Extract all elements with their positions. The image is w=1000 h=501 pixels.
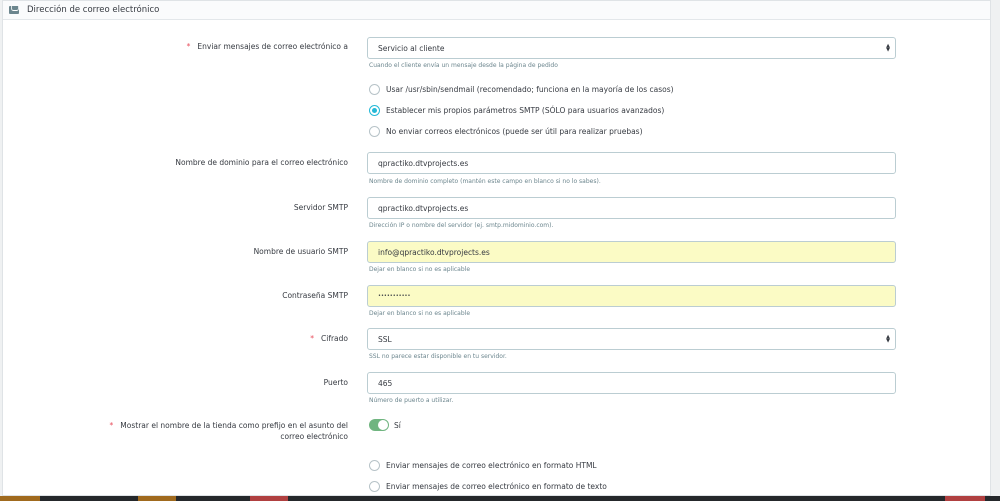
radio-label: Enviar mensajes de correo electrónico en… xyxy=(386,461,597,470)
radio-checked-icon xyxy=(369,105,380,116)
port-input[interactable]: 465 xyxy=(367,372,896,394)
radio-sendmail[interactable]: Usar /usr/sbin/sendmail (recomendado; fu… xyxy=(369,84,674,95)
smtp-user-help: Dejar en blanco si no es aplicable xyxy=(369,266,471,273)
prefix-label: * Mostrar el nombre de la tienda como pre… xyxy=(110,420,348,442)
select-caret-icon: ▲ ▼ xyxy=(886,334,890,344)
radio-label: Establecer mis propios parámetros SMTP (… xyxy=(386,106,665,115)
radio-circle-icon xyxy=(369,126,380,137)
radio-html-format[interactable]: Enviar mensajes de correo electrónico en… xyxy=(369,460,597,471)
send-to-select[interactable]: Servicio al cliente ▲ ▼ xyxy=(367,37,896,59)
domain-label: Nombre de dominio para el correo electró… xyxy=(175,158,348,167)
smtp-password-label: Contraseña SMTP xyxy=(282,291,348,300)
domain-input[interactable]: qpractiko.dtvprojects.es xyxy=(367,152,896,174)
input-value: info@qpractiko.dtvprojects.es xyxy=(378,247,490,257)
radio-circle-icon xyxy=(369,84,380,95)
smtp-server-input[interactable]: qpractiko.dtvprojects.es xyxy=(367,197,896,219)
smtp-server-label: Servidor SMTP xyxy=(293,203,348,212)
radio-smtp[interactable]: Establecer mis propios parámetros SMTP (… xyxy=(369,105,664,116)
input-value: qpractiko.dtvprojects.es xyxy=(378,158,469,168)
radio-label: No enviar correos electrónicos (puede se… xyxy=(386,127,643,136)
select-caret-icon: ▲ ▼ xyxy=(886,43,890,53)
smtp-password-input[interactable]: ••••••••••• xyxy=(367,285,896,307)
cipher-help: SSL no parece estar disponible en tu ser… xyxy=(369,353,507,360)
bar-segment xyxy=(0,496,40,501)
smtp-server-help: Dirección IP o nombre del servidor (ej. … xyxy=(369,222,554,229)
prefix-toggle-label: Sí xyxy=(394,421,401,430)
port-label: Puerto xyxy=(323,378,348,387)
domain-help: Nombre de dominio completo (mantén este … xyxy=(369,178,601,185)
label-text: Enviar mensajes de correo electrónico a xyxy=(197,42,348,51)
input-value: qpractiko.dtvprojects.es xyxy=(378,203,469,213)
label-text: Cifrado xyxy=(321,334,348,343)
input-value: 465 xyxy=(378,378,393,388)
send-to-label: * Enviar mensajes de correo electrónico a xyxy=(187,41,348,52)
radio-no-email[interactable]: No enviar correos electrónicos (puede se… xyxy=(369,126,643,137)
required-mark: * xyxy=(186,42,191,51)
panel-title: Dirección de correo electrónico xyxy=(27,5,160,15)
radio-text-format[interactable]: Enviar mensajes de correo electrónico en… xyxy=(369,481,607,492)
select-value: SSL xyxy=(378,334,392,344)
bar-segment xyxy=(138,496,176,501)
radio-label: Usar /usr/sbin/sendmail (recomendado; fu… xyxy=(386,85,674,94)
smtp-password-help: Dejar en blanco si no es aplicable xyxy=(369,310,471,317)
port-help: Número de puerto a utilizar. xyxy=(369,397,454,404)
cipher-label: * Cifrado xyxy=(310,333,348,344)
bottom-bar xyxy=(0,496,1000,501)
radio-circle-icon xyxy=(369,460,380,471)
radio-label: Enviar mensajes de correo electrónico en… xyxy=(386,482,607,491)
panel-header: Dirección de correo electrónico xyxy=(3,1,990,20)
input-value: ••••••••••• xyxy=(378,293,411,299)
bar-segment xyxy=(945,496,985,501)
smtp-user-label: Nombre de usuario SMTP xyxy=(253,247,348,256)
bar-segment xyxy=(250,496,288,501)
label-text: correo electrónico xyxy=(280,432,348,441)
label-text: Mostrar el nombre de la tienda como pref… xyxy=(120,421,348,430)
envelope-icon xyxy=(9,6,19,14)
send-to-help: Cuando el cliente envía un mensaje desde… xyxy=(369,62,558,69)
select-value: Servicio al cliente xyxy=(378,43,445,53)
cipher-select[interactable]: SSL ▲ ▼ xyxy=(367,328,896,350)
required-mark: * xyxy=(310,334,314,343)
prefix-toggle[interactable] xyxy=(369,419,389,431)
radio-circle-icon xyxy=(369,481,380,492)
smtp-user-input[interactable]: info@qpractiko.dtvprojects.es xyxy=(367,241,896,263)
required-mark: * xyxy=(109,421,114,430)
